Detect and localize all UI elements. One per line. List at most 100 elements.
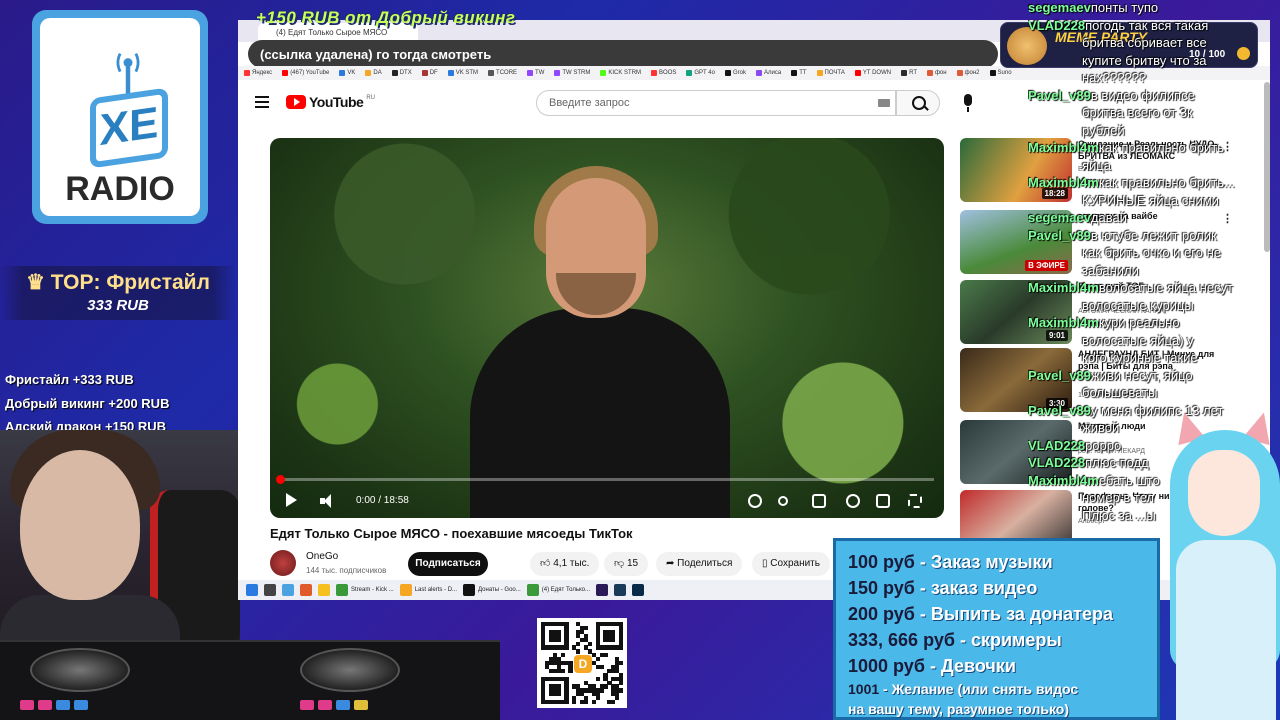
qr-module xyxy=(619,676,624,681)
qr-module xyxy=(595,676,600,681)
subtitles-icon[interactable] xyxy=(812,494,826,508)
bookmark-item[interactable]: TW xyxy=(527,70,544,76)
dislike-button[interactable]: 👎︎ 15 xyxy=(604,552,649,576)
play-button-icon[interactable] xyxy=(286,493,297,507)
miniplayer-icon[interactable] xyxy=(876,494,890,508)
bookmark-item[interactable]: Яндекс xyxy=(244,70,272,76)
autoplay-icon[interactable] xyxy=(748,494,762,508)
channel-avatar[interactable] xyxy=(270,550,296,576)
pad-button xyxy=(56,700,70,710)
chat-text: рорро xyxy=(1085,437,1122,453)
qr-module xyxy=(552,645,557,650)
qr-module xyxy=(603,684,608,689)
qr-module xyxy=(556,633,561,638)
dj-controller xyxy=(0,640,500,720)
bookmark-item[interactable]: KICK STRM xyxy=(600,70,641,76)
bookmark-item[interactable]: GPT 4o xyxy=(686,70,715,76)
chat-text: ебать што xyxy=(1098,472,1160,488)
subscribe-button[interactable]: Подписаться xyxy=(408,552,488,576)
pad-button xyxy=(318,700,332,710)
price-amount: 200 руб xyxy=(848,604,915,624)
qr-module xyxy=(603,672,608,677)
taskbar-app-icon[interactable] xyxy=(318,584,330,596)
start-button[interactable] xyxy=(246,584,258,596)
save-button[interactable]: ▯ Сохранить xyxy=(752,552,830,576)
qr-module xyxy=(587,684,593,689)
bookmark-item[interactable]: фон xyxy=(926,70,947,76)
bookmark-item[interactable]: DA xyxy=(365,70,382,76)
search-button[interactable] xyxy=(896,90,940,116)
bookmark-item[interactable]: Grok xyxy=(724,70,746,76)
video-player[interactable]: 0:00 / 18:58 xyxy=(270,138,944,518)
qr-module xyxy=(560,645,565,650)
progress-bar[interactable] xyxy=(280,478,934,481)
qr-module xyxy=(556,676,561,681)
share-button[interactable]: ➦ Поделиться xyxy=(656,552,743,576)
qr-module xyxy=(611,622,616,627)
price-description: - Выпить за донатера xyxy=(914,604,1113,624)
bookmark-item[interactable]: фон2 xyxy=(956,70,980,76)
youtube-logo[interactable]: YouTube RU xyxy=(286,94,375,110)
taskbar-app-icon[interactable] xyxy=(300,584,312,596)
bookmark-item[interactable]: (467) YouTube xyxy=(282,70,329,76)
vtuber-face xyxy=(1188,450,1260,536)
volume-icon[interactable] xyxy=(320,494,336,508)
pause-toggle-icon[interactable] xyxy=(778,496,788,506)
bookmark-item[interactable]: DF xyxy=(421,70,438,76)
qr-module xyxy=(619,641,624,646)
taskbar-item[interactable]: Донаты - Goo... xyxy=(463,584,521,596)
price-item: 1000 руб - Девочки xyxy=(848,653,1145,679)
qr-module xyxy=(556,645,561,650)
pad-button xyxy=(300,700,314,710)
qr-module xyxy=(548,661,553,666)
bookmark-item[interactable]: Suno xyxy=(989,70,1012,76)
keyboard-icon[interactable] xyxy=(878,99,890,107)
qr-module xyxy=(560,622,565,627)
qr-module xyxy=(560,676,565,681)
bookmark-item[interactable]: TT xyxy=(791,70,807,76)
price-description: - Девочки xyxy=(924,656,1016,676)
microphone-icon[interactable] xyxy=(958,92,978,114)
bookmark-item[interactable]: TW STRM xyxy=(554,70,590,76)
taskbar-app-icon[interactable] xyxy=(282,584,294,596)
address-bar[interactable]: (ссылка удалена) го тогда смотреть xyxy=(248,40,998,68)
qr-module xyxy=(552,700,557,705)
price-amount: 150 руб xyxy=(848,578,915,598)
taskbar-item[interactable]: Last alerts - D... xyxy=(399,584,457,596)
bookmark-item[interactable]: DTX xyxy=(391,70,412,76)
chat-message: VLAD228рорро xyxy=(1028,438,1121,453)
chat-text: бритва всего от 3к xyxy=(1082,105,1193,120)
bookmark-item[interactable]: Алиса xyxy=(755,70,781,76)
premiere-icon[interactable] xyxy=(596,584,609,596)
chat-text: купите бритву что за xyxy=(1082,52,1207,68)
hamburger-menu-icon[interactable] xyxy=(255,96,269,108)
bookmark-item[interactable]: VK STM xyxy=(447,70,478,76)
bookmark-item[interactable]: ПОЧТА xyxy=(816,70,845,76)
bookmark-item[interactable]: BOOS xyxy=(651,70,676,76)
price-description: - заказ видео xyxy=(914,578,1038,598)
bookmark-item[interactable]: TCORE xyxy=(488,70,517,76)
progress-handle[interactable] xyxy=(276,475,285,484)
taskbar-item[interactable]: Stream - Kick ... xyxy=(336,584,394,596)
search-input[interactable]: Введите запрос xyxy=(536,90,896,116)
bookmark-item[interactable]: YT DOWN xyxy=(854,70,891,76)
audition-icon[interactable] xyxy=(614,584,627,596)
price-item: 200 руб - Выпить за донатера xyxy=(848,601,1145,627)
photoshop-icon[interactable] xyxy=(632,584,645,596)
qr-module xyxy=(544,622,550,627)
chat-message: как брить очко и его не xyxy=(1082,245,1221,260)
settings-gear-icon[interactable] xyxy=(846,494,860,508)
channel-name[interactable]: OneGo xyxy=(306,551,338,562)
channel-subscribers: 144 тыс. подписчиков xyxy=(306,566,387,575)
taskbar-item[interactable]: (4) Едят Только... xyxy=(526,584,590,596)
qr-module xyxy=(572,645,577,650)
bookmark-item[interactable]: VK xyxy=(339,70,355,76)
fullscreen-icon[interactable] xyxy=(908,494,922,508)
qr-module xyxy=(576,692,581,697)
like-button[interactable]: 👍︎ 4,1 тыс. xyxy=(530,552,600,576)
bookmark-item[interactable]: RT xyxy=(901,70,917,76)
qr-module xyxy=(611,688,616,693)
taskbar-app-icon[interactable] xyxy=(264,584,276,596)
qr-module xyxy=(615,664,620,670)
chat-message: Плюс за ...ы xyxy=(1082,508,1156,523)
